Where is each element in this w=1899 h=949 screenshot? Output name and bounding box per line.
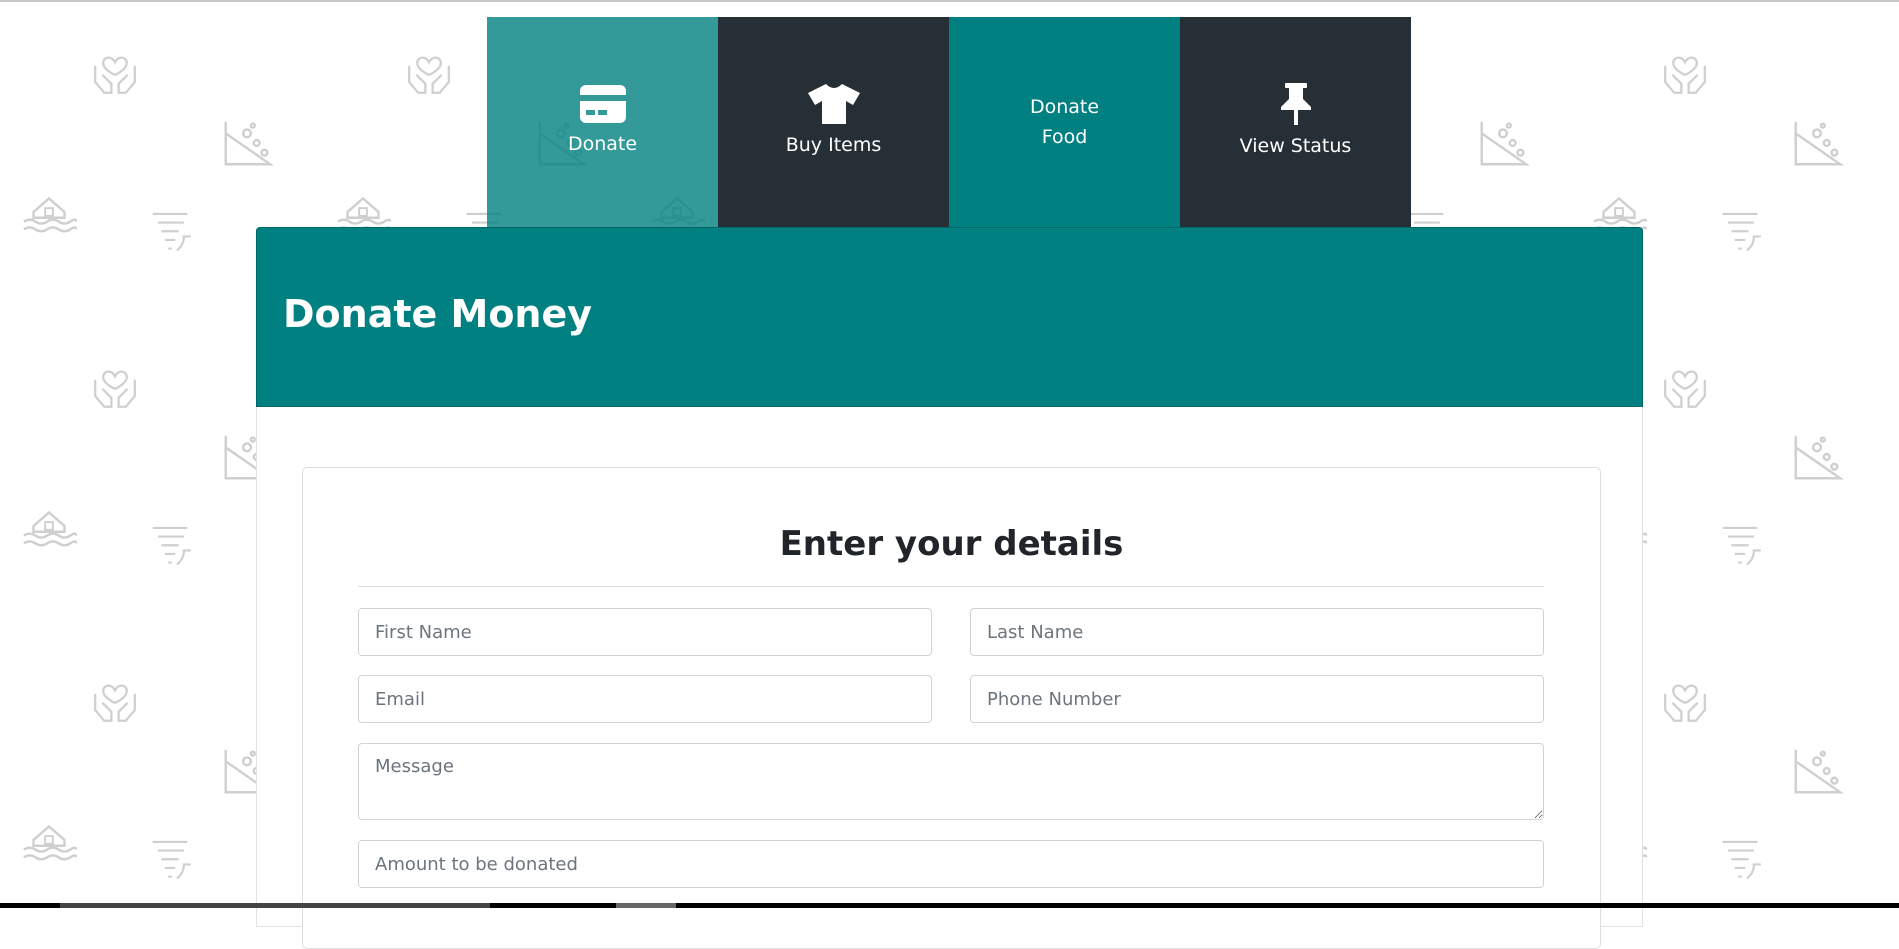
taskbar-segment	[616, 903, 676, 908]
taskbar-strip	[0, 903, 1899, 908]
details-form: Enter your details	[302, 467, 1601, 949]
form-title: Enter your details	[779, 524, 1124, 564]
tab-donate-food-label: Donate Food	[1029, 96, 1100, 148]
tab-donate-food[interactable]: Donate Food	[949, 17, 1180, 227]
window-top-border	[0, 0, 1899, 2]
pushpin-icon	[1279, 83, 1313, 125]
page-title: Donate Money	[283, 292, 593, 336]
message-textarea[interactable]	[358, 743, 1544, 820]
tab-buy-items-label: Buy Items	[785, 134, 882, 156]
credit-card-icon	[579, 85, 626, 123]
tab-donate-label: Donate	[567, 133, 638, 155]
card-body: Enter your details	[256, 407, 1643, 949]
last-name-input[interactable]	[970, 608, 1544, 656]
tab-buy-items[interactable]: Buy Items	[718, 17, 949, 227]
phone-number-input[interactable]	[970, 675, 1544, 723]
donate-money-card: Donate Money Enter your details	[256, 227, 1643, 949]
email-input[interactable]	[358, 675, 932, 723]
tab-donate[interactable]: Donate	[487, 17, 718, 227]
form-divider	[358, 586, 1544, 587]
tab-view-status[interactable]: View Status	[1180, 17, 1411, 227]
t-shirt-icon	[807, 84, 860, 124]
first-name-input[interactable]	[358, 608, 932, 656]
tab-view-status-label: View Status	[1239, 135, 1352, 157]
amount-input[interactable]	[358, 840, 1544, 888]
taskbar-segment	[60, 903, 490, 908]
card-header: Donate Money	[256, 227, 1643, 407]
donation-nav: Donate Buy Items Donate Food View Status	[487, 17, 1412, 227]
